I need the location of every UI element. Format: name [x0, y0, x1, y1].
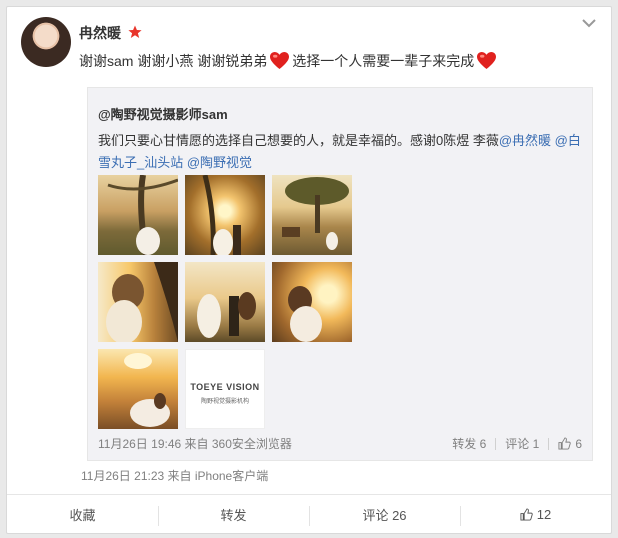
repost-button[interactable]: 转发: [158, 495, 309, 534]
photo-thumbnail[interactable]: [98, 262, 178, 342]
heart-emoji-icon: [477, 51, 497, 70]
post-time[interactable]: 11月26日 21:23: [81, 469, 164, 483]
comment-button[interactable]: 评论 26: [309, 495, 460, 534]
photo-thumbnail[interactable]: [98, 349, 178, 429]
repost-label: 转发: [220, 508, 247, 523]
repost-text: 我们只要心甘情愿的选择自己想要的人，就是幸福的。感谢0陈煜 李薇@冉然暖 @白雪…: [98, 130, 588, 174]
photo-thumbnail[interactable]: [185, 262, 265, 342]
post-source: 来自 iPhone客户端: [167, 469, 269, 483]
mention-link[interactable]: @冉然暖: [499, 133, 551, 148]
repost-repost-link[interactable]: 转发 6: [452, 437, 486, 451]
thumbs-up-icon: [520, 508, 533, 521]
logo-thumbnail[interactable]: TOEYE VISION 陶野视觉摄影机构: [185, 349, 265, 429]
chevron-down-icon[interactable]: [581, 17, 597, 29]
thumbs-up-icon: [558, 437, 572, 450]
repost-body: 我们只要心甘情愿的选择自己想要的人，就是幸福的。感谢0陈煜 李薇: [98, 133, 499, 148]
repost-actions: 转发 6 评论 1 6: [452, 435, 582, 452]
divider: [548, 438, 550, 450]
mention-link[interactable]: @陶野视觉: [187, 155, 252, 170]
like-count: 12: [536, 507, 552, 522]
repost-box: @陶野视觉摄影师sam 我们只要心甘情愿的选择自己想要的人，就是幸福的。感谢0陈…: [87, 87, 593, 461]
favorite-label: 收藏: [69, 508, 96, 523]
photo-thumbnail[interactable]: [272, 175, 352, 255]
repost-author[interactable]: @陶野视觉摄影师sam: [98, 104, 228, 123]
divider: [495, 438, 497, 450]
repost-meta: 11月26日 19:46 来自 360安全浏览器: [98, 435, 292, 452]
repost-like-link[interactable]: 6: [558, 437, 582, 451]
like-button[interactable]: 12: [460, 495, 611, 534]
post-meta: 11月26日 21:23 来自 iPhone客户端: [81, 467, 268, 484]
post-text: 谢谢sam 谢谢小燕 谢谢锐弟弟 选择一个人需要一辈子来完成: [79, 51, 499, 70]
photo-thumbnail[interactable]: [272, 262, 352, 342]
photo-thumbnail[interactable]: [185, 175, 265, 255]
favorite-button[interactable]: 收藏: [7, 495, 158, 534]
vip-star-icon[interactable]: [128, 25, 142, 39]
logo-sub-text: 陶野视觉摄影机构: [200, 399, 249, 405]
repost-like-count: 6: [575, 437, 582, 451]
repost-time[interactable]: 11月26日 19:46: [98, 437, 181, 451]
repost-source: 来自 360安全浏览器: [184, 437, 292, 451]
action-bar: 收藏 转发 评论 26 12: [7, 494, 611, 534]
logo-main-text: TOEYE VISION: [190, 382, 260, 392]
photo-thumbnail[interactable]: [98, 175, 178, 255]
avatar[interactable]: [21, 17, 71, 67]
repost-comment-link[interactable]: 评论 1: [505, 437, 539, 451]
comment-label: 评论 26: [362, 508, 407, 523]
post-text-part-1: 谢谢sam 谢谢小燕 谢谢锐弟弟: [79, 53, 268, 69]
post-author[interactable]: 冉然暖: [79, 23, 121, 43]
post-text-part-2: 选择一个人需要一辈子来完成: [292, 53, 475, 69]
heart-emoji-icon: [270, 51, 290, 70]
weibo-card: 冉然暖 谢谢sam 谢谢小燕 谢谢锐弟弟 选择一个人需要一辈子来完成 @陶野视觉摄…: [6, 6, 612, 534]
